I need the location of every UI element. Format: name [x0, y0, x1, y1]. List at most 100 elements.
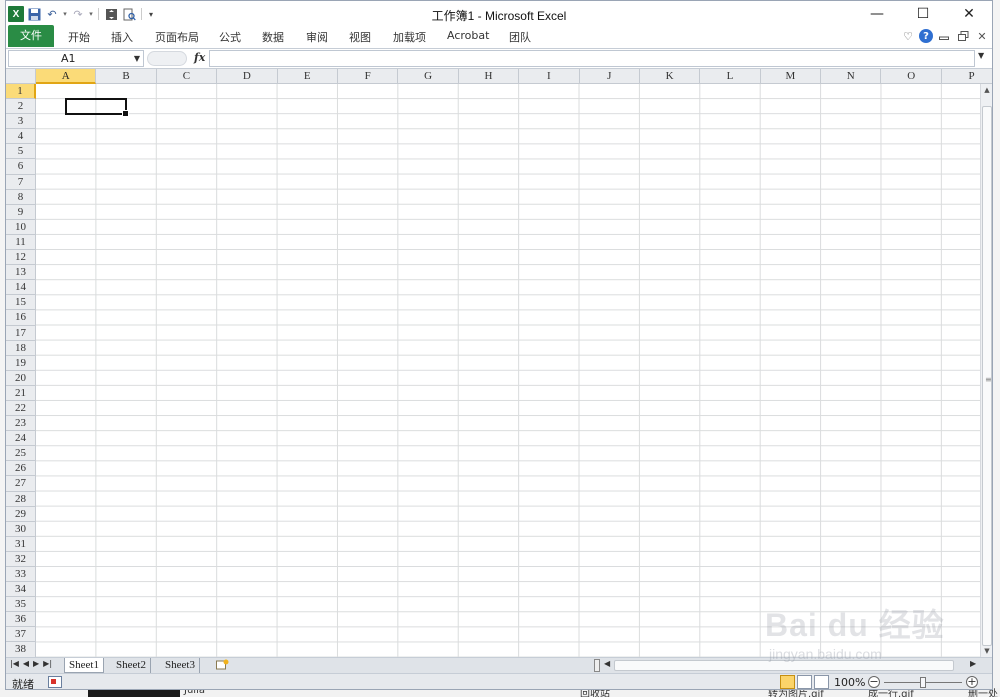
row-header-4[interactable]: 4 — [6, 129, 36, 145]
column-header-g[interactable]: G — [398, 69, 459, 84]
tab-view[interactable]: 视图 — [349, 29, 371, 45]
row-header-2[interactable]: 2 — [6, 99, 36, 115]
workbook-close-icon[interactable]: ✕ — [974, 27, 990, 45]
page-break-view-icon[interactable] — [814, 675, 829, 689]
vertical-scrollbar[interactable]: ▲ ≡ ▼ — [980, 84, 992, 657]
insert-function-icon[interactable]: fx — [194, 51, 205, 64]
tab-data[interactable]: 数据 — [262, 29, 284, 45]
cell-area[interactable] — [36, 84, 980, 657]
row-header-31[interactable]: 31 — [6, 536, 36, 552]
tab-review[interactable]: 审阅 — [306, 29, 328, 45]
row-header-37[interactable]: 37 — [6, 627, 36, 643]
last-sheet-icon[interactable]: ▶| — [43, 659, 52, 668]
column-header-b[interactable]: B — [96, 69, 157, 84]
row-header-21[interactable]: 21 — [6, 385, 36, 401]
chevron-down-icon[interactable]: ▼ — [134, 51, 140, 66]
maximize-button[interactable]: ☐ — [900, 1, 946, 27]
row-header-22[interactable]: 22 — [6, 400, 36, 417]
column-header-f[interactable]: F — [337, 69, 399, 84]
tab-page-layout[interactable]: 页面布局 — [155, 29, 199, 45]
column-header-o[interactable]: O — [881, 69, 942, 84]
row-header-19[interactable]: 19 — [6, 355, 36, 371]
row-header-14[interactable]: 14 — [6, 280, 36, 296]
formula-input[interactable] — [209, 50, 975, 67]
tab-insert[interactable]: 插入 — [111, 29, 133, 45]
column-header-n[interactable]: N — [821, 69, 882, 84]
name-box[interactable]: A1 ▼ — [8, 50, 144, 67]
ribbon-minimize-icon[interactable]: ♡ — [900, 27, 916, 45]
first-sheet-icon[interactable]: |◀ — [10, 659, 19, 668]
column-header-c[interactable]: C — [156, 69, 218, 84]
row-header-20[interactable]: 20 — [6, 370, 36, 386]
row-header-26[interactable]: 26 — [6, 461, 36, 477]
column-header-i[interactable]: I — [519, 69, 580, 84]
help-icon[interactable]: ? — [919, 29, 933, 43]
normal-view-icon[interactable] — [780, 675, 795, 689]
next-sheet-icon[interactable]: ▶ — [33, 659, 39, 668]
zoom-in-icon[interactable]: + — [966, 676, 978, 688]
row-header-5[interactable]: 5 — [6, 144, 36, 160]
row-header-34[interactable]: 34 — [6, 582, 36, 598]
column-header-p[interactable]: P — [941, 69, 992, 84]
horizontal-scroll-thumb[interactable] — [614, 660, 954, 671]
scroll-left-icon[interactable]: ◀ — [604, 659, 610, 668]
sheet-tab-sheet3[interactable]: Sheet3 — [161, 658, 200, 673]
row-header-3[interactable]: 3 — [6, 114, 36, 130]
row-header-13[interactable]: 13 — [6, 265, 36, 281]
row-header-32[interactable]: 32 — [6, 551, 36, 567]
vertical-scroll-thumb[interactable]: ≡ — [982, 106, 992, 646]
row-header-7[interactable]: 7 — [6, 174, 36, 190]
tab-team[interactable]: 团队 — [509, 29, 531, 45]
tab-file[interactable]: 文件 — [8, 25, 54, 47]
column-header-a[interactable]: A — [36, 69, 97, 84]
column-header-m[interactable]: M — [760, 69, 822, 84]
column-header-j[interactable]: J — [579, 69, 640, 84]
row-header-23[interactable]: 23 — [6, 416, 36, 432]
row-header-33[interactable]: 33 — [6, 567, 36, 583]
scroll-up-icon[interactable]: ▲ — [981, 84, 992, 96]
row-header-10[interactable]: 10 — [6, 219, 36, 235]
row-header-16[interactable]: 16 — [6, 310, 36, 326]
sheet-tab-sheet2[interactable]: Sheet2 — [112, 658, 151, 673]
column-header-l[interactable]: L — [700, 69, 761, 84]
tab-add-ins[interactable]: 加载项 — [393, 29, 426, 45]
row-header-8[interactable]: 8 — [6, 189, 36, 205]
row-header-27[interactable]: 27 — [6, 476, 36, 492]
tab-home[interactable]: 开始 — [68, 29, 90, 45]
workbook-restore-icon[interactable] — [955, 27, 971, 45]
tab-formulas[interactable]: 公式 — [219, 29, 241, 45]
restore-window-icon[interactable] — [936, 27, 952, 45]
row-header-35[interactable]: 35 — [6, 597, 36, 613]
select-all-corner[interactable] — [6, 69, 36, 84]
row-header-24[interactable]: 24 — [6, 431, 36, 447]
column-header-k[interactable]: K — [639, 69, 701, 84]
split-handle[interactable] — [594, 659, 600, 672]
column-header-e[interactable]: E — [277, 69, 338, 84]
insert-sheet-icon[interactable] — [216, 659, 230, 671]
row-header-25[interactable]: 25 — [6, 446, 36, 462]
row-header-11[interactable]: 11 — [6, 234, 36, 251]
zoom-out-icon[interactable]: − — [868, 676, 880, 688]
column-header-h[interactable]: H — [458, 69, 520, 84]
row-header-12[interactable]: 12 — [6, 250, 36, 266]
row-header-15[interactable]: 15 — [6, 295, 36, 311]
row-header-38[interactable]: 38 — [6, 642, 36, 657]
scroll-down-icon[interactable]: ▼ — [981, 645, 992, 657]
row-header-6[interactable]: 6 — [6, 159, 36, 175]
row-header-28[interactable]: 28 — [6, 491, 36, 507]
row-header-29[interactable]: 29 — [6, 506, 36, 522]
close-button[interactable]: ✕ — [946, 1, 992, 27]
scroll-right-icon[interactable]: ▶ — [970, 659, 976, 668]
page-layout-view-icon[interactable] — [797, 675, 812, 689]
expand-formula-bar-icon[interactable]: ▼ — [978, 51, 984, 60]
zoom-level[interactable]: 100% — [834, 676, 865, 689]
row-header-17[interactable]: 17 — [6, 325, 36, 341]
prev-sheet-icon[interactable]: ◀ — [23, 659, 29, 668]
row-header-18[interactable]: 18 — [6, 340, 36, 356]
active-cell[interactable] — [65, 98, 129, 117]
sheet-tab-sheet1[interactable]: Sheet1 — [64, 658, 104, 673]
minimize-button[interactable]: — — [854, 1, 900, 27]
column-header-d[interactable]: D — [217, 69, 278, 84]
row-header-9[interactable]: 9 — [6, 204, 36, 220]
tab-acrobat[interactable]: Acrobat — [447, 29, 489, 42]
